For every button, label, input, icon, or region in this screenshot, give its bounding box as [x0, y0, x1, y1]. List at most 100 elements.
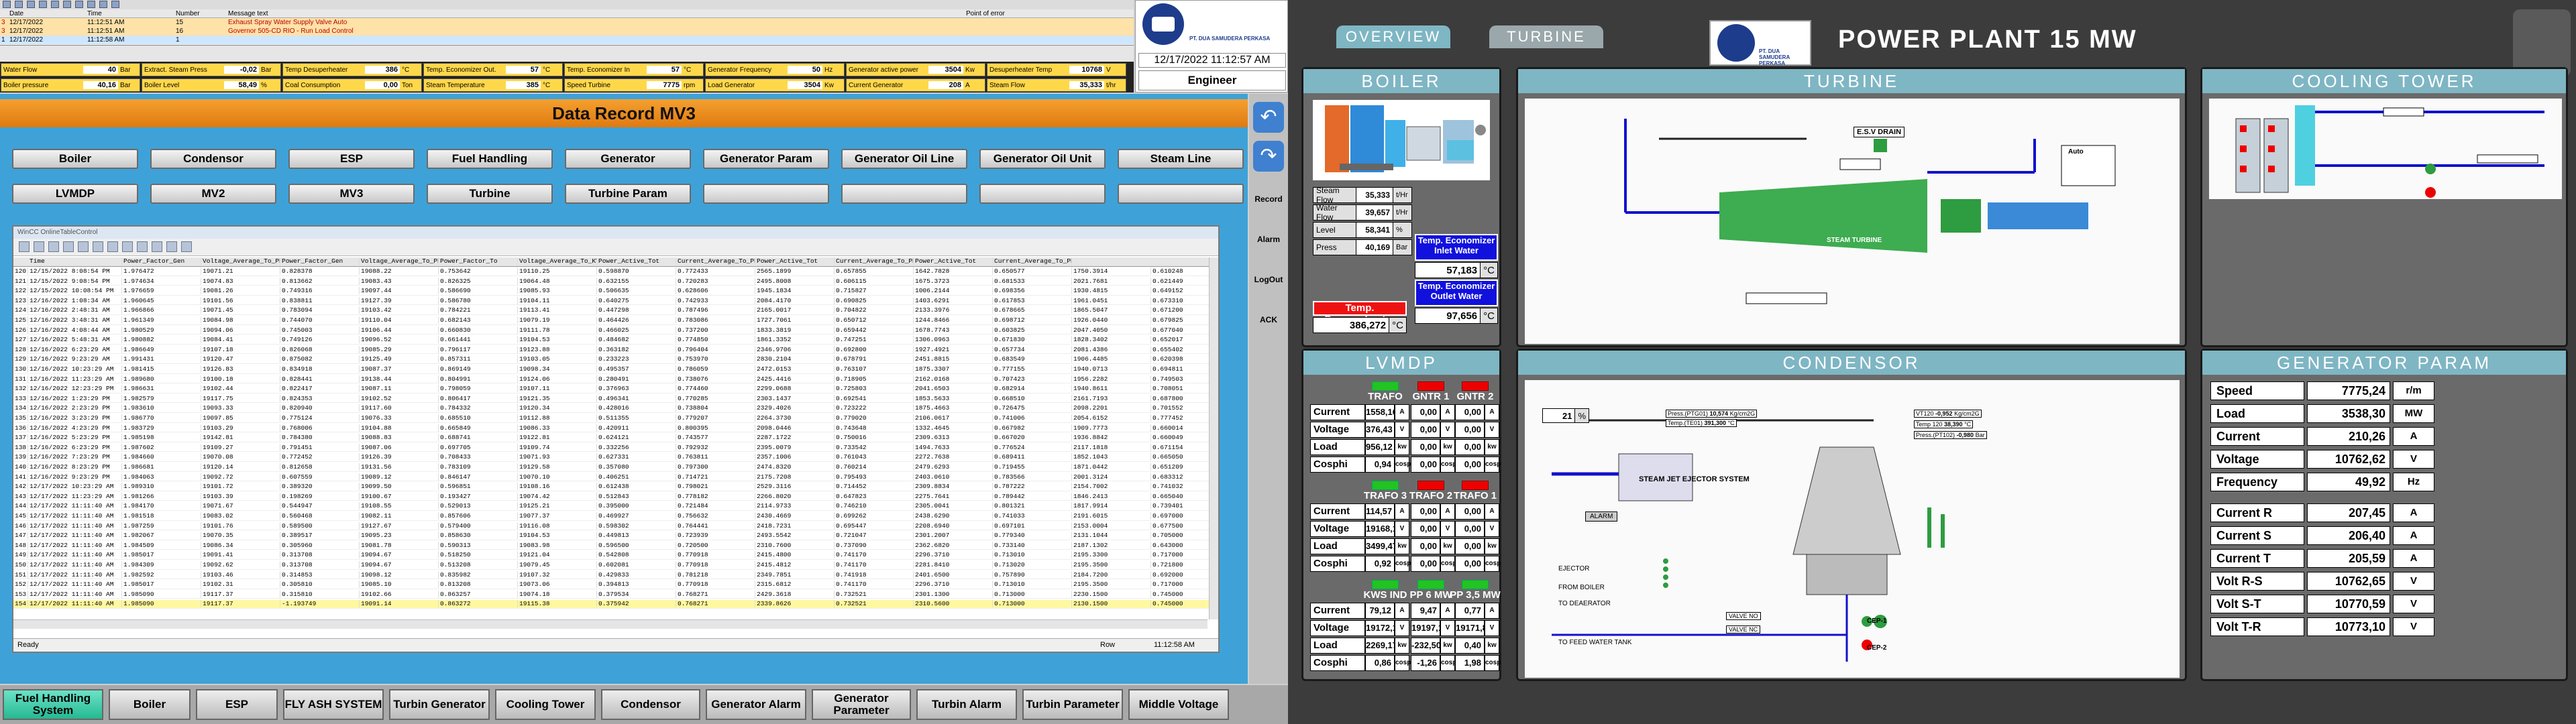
- time-range-icon[interactable]: [152, 241, 162, 252]
- table-row[interactable]: 129 12/16/2022 9:23:29 AM 1.991431 19120.47…: [13, 355, 1218, 364]
- table-row[interactable]: 131 12/16/2022 11:23:29 AM 1.989680 19100.1…: [13, 375, 1218, 384]
- chart-icon[interactable]: [181, 241, 192, 252]
- vertical-scrollbar[interactable]: [1209, 257, 1218, 619]
- alarm-col-date[interactable]: Date: [9, 10, 23, 17]
- table-row[interactable]: 126 12/16/2022 4:08:44 AM 1.980529 19094.06…: [13, 326, 1218, 335]
- column-header[interactable]: Current_Average_To_PP: [676, 257, 755, 265]
- table-row[interactable]: 148 12/17/2022 11:11:40 AM 1.984509 19086.3…: [13, 541, 1218, 550]
- user-display[interactable]: Engineer: [1138, 70, 1286, 90]
- alarm-button[interactable]: Alarm: [1250, 235, 1287, 244]
- table-row[interactable]: 136 12/16/2022 4:23:29 PM 1.983729 19103.29…: [13, 424, 1218, 433]
- bottom-nav-button[interactable]: Turbin Generator: [389, 689, 490, 720]
- nav-button[interactable]: LVMDP: [12, 184, 138, 204]
- toolbar-icon[interactable]: [63, 1, 71, 8]
- table-row[interactable]: 124 12/16/2022 2:48:31 AM 1.966866 19071.45…: [13, 306, 1218, 315]
- table-row[interactable]: 152 12/17/2022 11:11:40 AM 1.985017 19102.3…: [13, 581, 1218, 589]
- column-header[interactable]: Voltage_Average_To_KVB: [518, 257, 597, 265]
- nav-button[interactable]: Generator: [565, 149, 691, 169]
- nav-button[interactable]: [979, 184, 1106, 204]
- tab-turbine[interactable]: TURBINE: [1489, 25, 1603, 48]
- table-row[interactable]: 151 12/17/2022 11:11:40 AM 1.982592 19103.4…: [13, 570, 1218, 580]
- cooling-tower-panel[interactable]: COOLING TOWER: [2200, 67, 2568, 347]
- table-row[interactable]: 133 12/16/2022 1:23:29 PM 1.982579 19117.75…: [13, 394, 1218, 404]
- record-button[interactable]: Record: [1250, 194, 1287, 204]
- toolbar-icon[interactable]: [87, 1, 95, 8]
- table-row[interactable]: 154 12/17/2022 11:11:40 AM 1.985090 19117.3…: [13, 600, 1218, 609]
- tab-overview[interactable]: OVERVIEW: [1336, 25, 1450, 48]
- data-table[interactable]: Time Power_Factor_Gen Voltage_Average_To_P…: [13, 257, 1218, 619]
- table-row[interactable]: 145 12/17/2022 11:11:40 AM 1.981518 19083.0…: [13, 512, 1218, 521]
- back-arrow-icon[interactable]: ↶: [1253, 102, 1284, 133]
- lvmdp-panel[interactable]: LVMDP TRAFO AUXGNTR 1GNTR 2Current1558,1…: [1301, 349, 1501, 681]
- table-row[interactable]: 141 12/16/2022 9:23:29 PM 1.984063 19092.72…: [13, 473, 1218, 482]
- bottom-nav-button[interactable]: Condensor: [601, 689, 700, 720]
- alarm-col-time[interactable]: Time: [87, 10, 102, 17]
- toolbar-icon[interactable]: [15, 1, 23, 8]
- nav-button[interactable]: [1118, 184, 1244, 204]
- table-row[interactable]: 125 12/16/2022 3:48:31 AM 1.961349 19084.98…: [13, 316, 1218, 325]
- bottom-nav-button[interactable]: Fuel Handling System: [3, 689, 103, 720]
- cep2-label[interactable]: CEP-2: [1867, 644, 1886, 652]
- table-row[interactable]: 143 12/17/2022 11:23:29 AM 1.981266 19103.3…: [13, 492, 1218, 501]
- table-row[interactable]: 142 12/17/2022 10:23:29 AM 1.989310 19101.7…: [13, 483, 1218, 491]
- toolbar-icon[interactable]: [39, 1, 47, 8]
- bottom-nav-button[interactable]: Middle Voltage: [1128, 689, 1229, 720]
- ack-button[interactable]: ACK: [1250, 315, 1287, 324]
- table-row[interactable]: 153 12/17/2022 11:11:40 AM 1.985090 19117.3…: [13, 590, 1218, 599]
- export-icon[interactable]: [93, 241, 103, 252]
- toolbar-icon[interactable]: [99, 1, 107, 8]
- next-page-icon[interactable]: [48, 241, 59, 252]
- table-row[interactable]: 146 12/17/2022 11:11:40 AM 1.987259 19101.7…: [13, 522, 1218, 531]
- alarm-indicator[interactable]: ALARM: [1585, 511, 1618, 522]
- nav-button[interactable]: Fuel Handling: [427, 149, 553, 169]
- table-row[interactable]: 149 12/17/2022 11:11:40 AM 1.985017 19091.4…: [13, 551, 1218, 560]
- toolbar-icon[interactable]: [75, 1, 83, 8]
- column-header[interactable]: Voltage_Average_To_PP: [360, 257, 439, 265]
- prev-page-icon[interactable]: [34, 241, 44, 252]
- table-row[interactable]: 120 12/15/2022 8:08:54 PM 1.976472 19071.21…: [13, 267, 1218, 276]
- nav-button[interactable]: MV2: [150, 184, 276, 204]
- cep1-label[interactable]: CEP-1: [1867, 617, 1886, 625]
- forward-arrow-icon[interactable]: ↷: [1253, 141, 1284, 172]
- table-row[interactable]: 134 12/16/2022 2:23:29 PM 1.983610 19093.33…: [13, 404, 1218, 413]
- bottom-nav-button[interactable]: ESP: [196, 689, 278, 720]
- column-header[interactable]: Power_Active_Tot: [597, 257, 676, 265]
- table-row[interactable]: 139 12/16/2022 7:23:29 PM 1.984660 19070.08…: [13, 453, 1218, 462]
- nav-button[interactable]: MV3: [288, 184, 415, 204]
- logout-button[interactable]: LogOut: [1250, 275, 1287, 284]
- config-icon[interactable]: [107, 241, 118, 252]
- table-row[interactable]: 132 12/16/2022 12:23:29 PM 1.986631 19102.4…: [13, 385, 1218, 394]
- bottom-nav-button[interactable]: Generator Alarm: [706, 689, 806, 720]
- nav-button[interactable]: [703, 184, 829, 204]
- valve-no-label[interactable]: VALVE NO: [1726, 612, 1761, 620]
- alarm-row[interactable]: 1 12/17/2022 11:12:58 AM 1: [0, 36, 1134, 44]
- table-row[interactable]: 147 12/17/2022 11:11:40 AM 1.982067 19070.3…: [13, 532, 1218, 540]
- table-row[interactable]: 135 12/16/2022 3:23:29 PM 1.986770 19097.85…: [13, 414, 1218, 423]
- alarm-col-text[interactable]: Message text: [228, 10, 268, 17]
- esv-drain-label[interactable]: E.S.V DRAIN: [1854, 127, 1905, 137]
- column-header[interactable]: Current_Average_To_PP: [835, 257, 914, 265]
- nav-button[interactable]: [841, 184, 967, 204]
- table-row[interactable]: 127 12/16/2022 5:48:31 AM 1.980882 19084.41…: [13, 336, 1218, 345]
- column-header[interactable]: Power_Factor_To: [439, 257, 518, 265]
- bottom-nav-button[interactable]: FLY ASH SYSTEM: [283, 689, 384, 720]
- boiler-panel[interactable]: BOILER Steam Flow 35,333 t/Hr Water Flow 39,…: [1301, 67, 1501, 347]
- column-header[interactable]: Power_Factor_Gen: [122, 257, 201, 265]
- nav-button[interactable]: Generator Oil Line: [841, 149, 967, 169]
- nav-button[interactable]: Turbine Param: [565, 184, 691, 204]
- nav-button[interactable]: Condensor: [150, 149, 276, 169]
- alarm-row[interactable]: 3 12/17/2022 11:12:51 AM 16 Governor 505…: [0, 27, 1134, 36]
- condensor-panel[interactable]: CONDENSOR 21% STEAM JET EJECTOR SYSTEM A…: [1516, 349, 2187, 681]
- last-page-icon[interactable]: [63, 241, 74, 252]
- table-row[interactable]: 137 12/16/2022 5:23:29 PM 1.985198 19142.81…: [13, 434, 1218, 442]
- horizontal-scrollbar[interactable]: [13, 619, 1208, 629]
- column-header[interactable]: Power_Active_Tot: [755, 257, 835, 265]
- table-row[interactable]: 130 12/16/2022 10:23:29 AM 1.981415 19126.8…: [13, 365, 1218, 374]
- select-columns-icon[interactable]: [137, 241, 148, 252]
- generator-param-panel[interactable]: GENERATOR PARAM Speed 7775,24 r/m Load 3538,…: [2200, 349, 2568, 681]
- table-row[interactable]: 138 12/16/2022 6:23:29 PM 1.987602 19109.27…: [13, 443, 1218, 452]
- bottom-nav-button[interactable]: Boiler: [109, 689, 191, 720]
- valve-nc-label[interactable]: VALVE NC: [1726, 625, 1761, 634]
- alarm-col-point[interactable]: Point of error: [966, 10, 1005, 17]
- table-row[interactable]: 123 12/16/2022 1:08:34 AM 1.960645 19101.56…: [13, 296, 1218, 306]
